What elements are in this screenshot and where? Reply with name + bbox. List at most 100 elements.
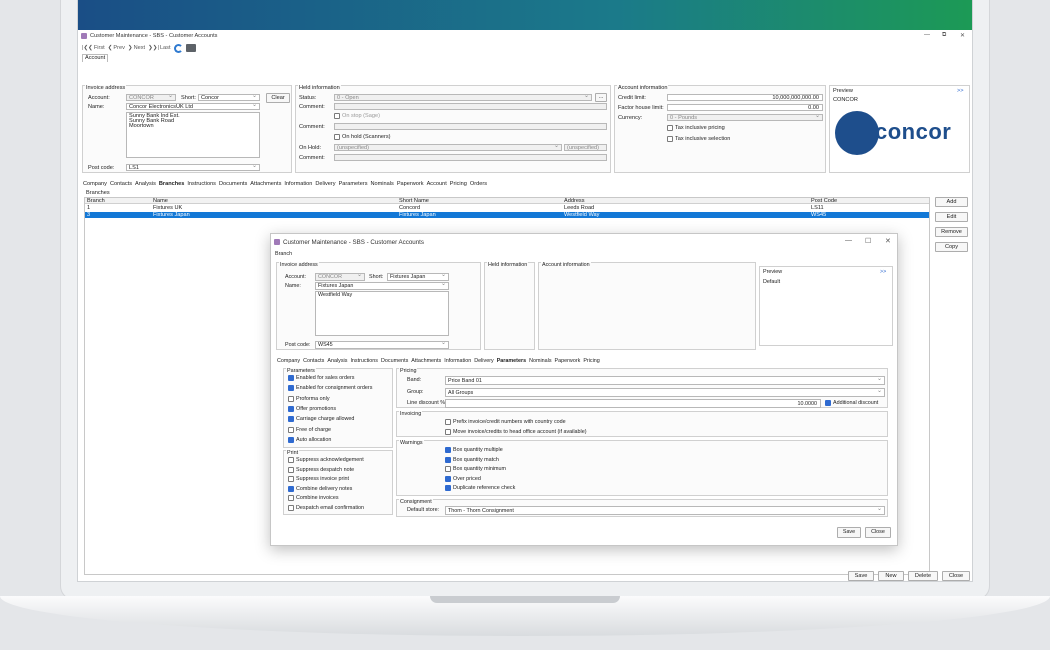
close-button[interactable]: Close — [942, 571, 970, 581]
checkbox-item[interactable]: Despatch email confirmation — [288, 505, 364, 511]
tab-information[interactable]: Information — [284, 181, 312, 187]
dialog-tab-branch[interactable]: Branch — [275, 251, 292, 257]
checkbox-item[interactable]: Enabled for sales orders — [288, 375, 354, 381]
factor-limit-input[interactable]: 0.00 — [667, 104, 823, 111]
dialog-minimize-icon[interactable]: — — [845, 237, 852, 244]
checkbox-item[interactable]: Suppress invoice print — [288, 476, 349, 483]
dialog-short-select[interactable]: Fixtures Japan — [387, 273, 449, 281]
tab-paperwork[interactable]: Paperwork — [397, 181, 424, 187]
preview-expand-button[interactable]: >> — [957, 88, 964, 94]
next-button[interactable]: ❯ Next — [128, 45, 145, 51]
tab-nominals[interactable]: Nominals — [371, 181, 394, 187]
currency-select[interactable]: 0 - Pounds — [667, 114, 823, 121]
comment2-input[interactable] — [334, 123, 607, 130]
copy-button[interactable]: Copy — [935, 242, 968, 252]
tax-inclusive-pricing-checkbox[interactable]: Tax inclusive pricing — [667, 125, 725, 131]
dlg-tab-information[interactable]: Information — [444, 358, 471, 364]
save-button[interactable]: Save — [848, 571, 874, 581]
checkbox-item[interactable]: Offer promotions — [288, 405, 336, 412]
comment-input[interactable] — [334, 103, 607, 110]
comment3-input[interactable] — [334, 154, 607, 161]
band-select[interactable]: Price Band 01 — [445, 376, 885, 385]
dialog-name-select[interactable]: Fixtures Japan — [315, 282, 449, 290]
minimize-icon[interactable]: — — [924, 32, 930, 38]
dlg-tab-analysis[interactable]: Analysis — [327, 358, 347, 364]
tab-orders[interactable]: Orders — [470, 181, 487, 187]
dlg-tab-contacts[interactable]: Contacts — [303, 358, 324, 364]
refresh-icon[interactable] — [173, 43, 183, 53]
dlg-tab-parameters[interactable]: Parameters — [497, 358, 526, 364]
tab-attachments[interactable]: Attachments — [250, 181, 281, 187]
new-button[interactable]: New — [878, 571, 904, 581]
additional-discount-checkbox[interactable]: Additional discount — [825, 400, 878, 406]
move-head-office-checkbox[interactable]: Move invoice/credits to head office acco… — [445, 429, 587, 435]
checkbox-item[interactable]: Proforma only — [288, 395, 330, 402]
tab-account[interactable]: Account — [82, 54, 109, 62]
table-row-selected[interactable]: 3 Fixtures Japan Fixtures Japan Westfiel… — [85, 212, 929, 218]
dlg-tab-instructions[interactable]: Instructions — [350, 358, 378, 364]
tab-branches[interactable]: Branches — [159, 181, 185, 187]
checkbox-item[interactable]: Box quantity match — [445, 456, 499, 463]
credit-limit-input[interactable]: 10,000,000,000.00 — [667, 94, 823, 101]
tab-parameters[interactable]: Parameters — [339, 181, 368, 187]
checkbox-item[interactable]: Free of charge — [288, 426, 331, 433]
prev-button[interactable]: ❮ Prev — [108, 45, 125, 51]
onstop-checkbox[interactable]: On stop (Sage) — [334, 113, 380, 119]
tab-instructions[interactable]: Instructions — [187, 181, 216, 187]
checkbox-item[interactable]: Over priced — [445, 475, 481, 482]
tab-account[interactable]: Account — [427, 181, 447, 187]
prefix-country-checkbox[interactable]: Prefix invoice/credit numbers with count… — [445, 419, 566, 425]
tab-delivery[interactable]: Delivery — [315, 181, 335, 187]
dlg-tab-attachments[interactable]: Attachments — [411, 358, 441, 364]
delete-button[interactable]: Delete — [908, 571, 938, 581]
account-select[interactable]: CONCOR — [126, 94, 176, 101]
line-discount-input[interactable]: 10.0000 — [445, 399, 821, 408]
dialog-account-select[interactable]: CONCOR — [315, 273, 365, 281]
dlg-tab-company[interactable]: Company — [277, 358, 300, 364]
dialog-preview-expand-button[interactable]: >> — [880, 269, 886, 275]
dialog-close-icon[interactable]: ✕ — [885, 237, 891, 245]
status-select[interactable]: 0 - Open — [334, 94, 592, 101]
status-more-button[interactable]: ... — [595, 93, 607, 102]
checkbox-item[interactable]: Box quantity multiple — [445, 447, 503, 453]
postcode-select[interactable]: LS1 — [126, 164, 260, 171]
checkbox-item[interactable]: Suppress despatch note — [288, 466, 354, 473]
dlg-tab-pricing[interactable]: Pricing — [583, 358, 599, 364]
checkbox-item[interactable]: Carriage charge allowed — [288, 416, 354, 423]
tax-inclusive-selection-checkbox[interactable]: Tax inclusive selection — [667, 136, 730, 142]
dialog-maximize-icon[interactable]: ☐ — [865, 237, 871, 245]
add-button[interactable]: Add — [935, 197, 968, 207]
checkbox-item[interactable]: Enabled for consignment orders — [288, 385, 372, 392]
tab-documents[interactable]: Documents — [219, 181, 247, 187]
dialog-save-button[interactable]: Save — [837, 527, 861, 538]
dlg-tab-documents[interactable]: Documents — [381, 358, 408, 364]
checkbox-item[interactable]: Duplicate reference check — [445, 485, 515, 492]
tab-analysis[interactable]: Analysis — [135, 181, 156, 187]
print-icon[interactable] — [185, 44, 196, 52]
restore-icon[interactable]: ⧉ — [942, 32, 946, 39]
dlg-tab-delivery[interactable]: Delivery — [474, 358, 493, 364]
name-select[interactable]: Concor ElectronicsUK Ltd — [126, 103, 260, 110]
first-button[interactable]: |❮❮ First — [82, 45, 105, 51]
dlg-tab-paperwork[interactable]: Paperwork — [555, 358, 581, 364]
dialog-address-textarea[interactable]: Westfield Way — [315, 291, 449, 336]
checkbox-item[interactable]: Box quantity minimum — [445, 466, 506, 473]
onhold-checkbox[interactable]: On hold (Scanners) — [334, 134, 391, 140]
onhold-select[interactable]: (unspecified) — [334, 144, 562, 151]
group-select[interactable]: All Groups — [445, 388, 885, 397]
short-select[interactable]: Concor — [198, 94, 260, 101]
checkbox-item[interactable]: Combine delivery notes — [288, 485, 352, 492]
table-row[interactable]: 1 Fixtures UK Concord Leeds Road LS11 — [85, 205, 929, 211]
tab-pricing[interactable]: Pricing — [450, 181, 467, 187]
tab-company[interactable]: Company — [83, 181, 107, 187]
dlg-tab-nominals[interactable]: Nominals — [529, 358, 551, 364]
dialog-close-button[interactable]: Close — [865, 527, 891, 538]
checkbox-item[interactable]: Auto allocation — [288, 436, 331, 443]
clear-button[interactable]: Clear — [266, 93, 290, 103]
checkbox-item[interactable]: Combine invoices — [288, 495, 339, 502]
close-icon[interactable]: ✕ — [960, 32, 965, 39]
remove-button[interactable]: Remove — [935, 227, 968, 237]
default-store-select[interactable]: Thom - Thorn Consignment — [445, 506, 885, 515]
checkbox-item[interactable]: Suppress acknowledgement — [288, 457, 364, 463]
address-textarea[interactable]: Sunny Bank Ind Est. Sunny Bank Road Moor… — [126, 112, 260, 158]
